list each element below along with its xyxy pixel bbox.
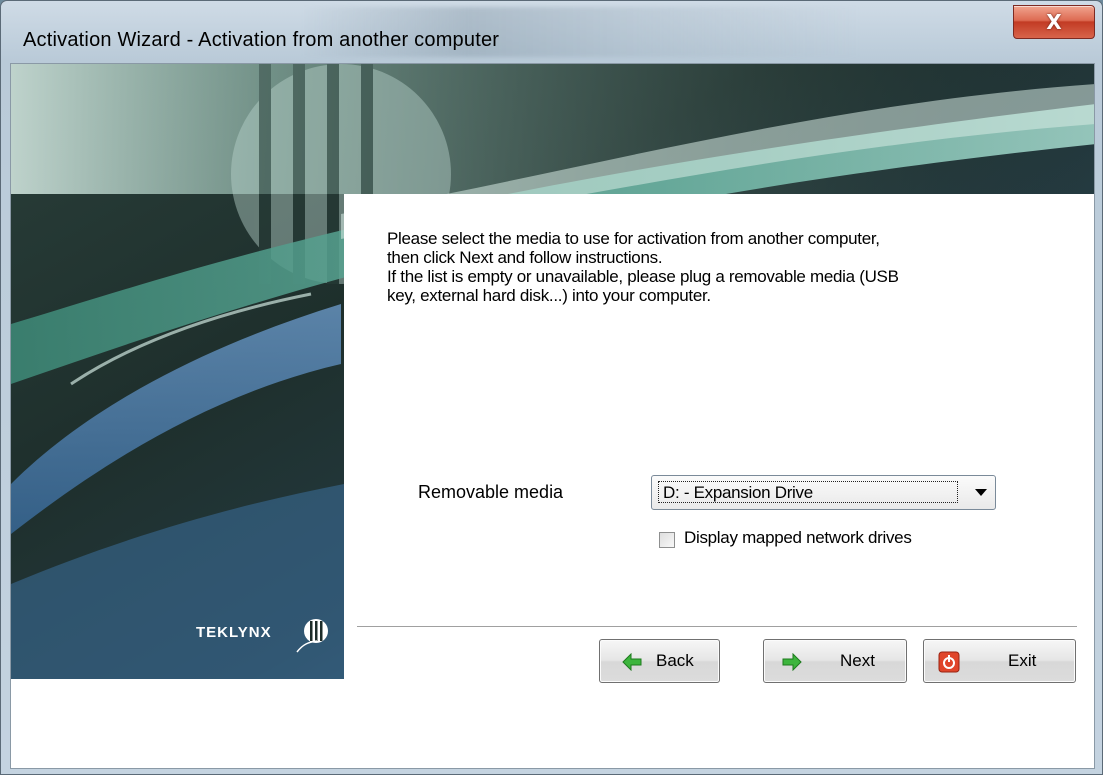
close-icon: X [1046,10,1062,34]
footer-separator [357,626,1077,628]
removable-media-label: Removable media [418,482,564,502]
title-bar: Activation Wizard - Activation from anot… [1,1,1102,63]
close-button[interactable]: X [1013,5,1095,39]
instructions-text: Please select the media to use for activ… [387,229,1047,305]
instruction-line: key, external hard disk...) into your co… [387,286,711,305]
teklynx-brand-text: TEKLYNX [196,624,272,641]
back-button-label: Back [656,651,694,670]
display-mapped-drives-label[interactable]: Display mapped network drives [684,528,912,548]
instruction-line: Please select the media to use for activ… [387,229,880,248]
instruction-line: then click Next and follow instructions. [387,248,663,267]
back-arrow-icon [622,653,642,671]
next-button[interactable]: Next [763,639,907,683]
exit-button[interactable]: Exit [923,639,1076,683]
removable-media-value: D: - Expansion Drive [658,481,958,503]
chevron-down-icon[interactable] [975,489,987,496]
activation-wizard-window: Activation Wizard - Activation from anot… [0,0,1103,775]
window-title: Activation Wizard - Activation from anot… [23,29,500,51]
instruction-line: If the list is empty or unavailable, ple… [387,267,899,286]
back-button[interactable]: Back [599,639,720,683]
exit-button-label: Exit [1008,651,1037,670]
next-arrow-icon [782,653,802,671]
power-icon [938,651,960,673]
display-mapped-drives-checkbox[interactable] [659,532,675,548]
next-button-label: Next [840,651,875,670]
removable-media-dropdown[interactable]: D: - Expansion Drive [651,475,996,510]
